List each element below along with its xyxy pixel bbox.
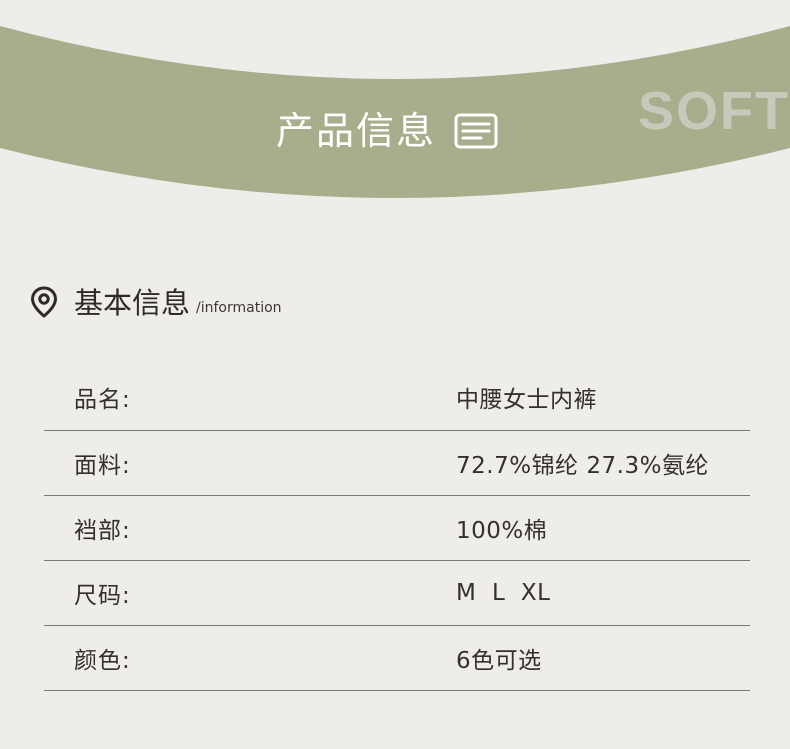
section-subtitle: /information xyxy=(196,300,282,316)
spec-value: M L XL xyxy=(456,580,551,606)
spec-row-color: 颜色: 6色可选 xyxy=(44,626,750,691)
soft-watermark: SOFT xyxy=(638,81,790,141)
location-pin-icon xyxy=(30,286,58,318)
spec-row-crotch: 裆部: 100%棉 xyxy=(44,496,750,561)
spec-value: 72.7%锦纶 27.3%氨纶 xyxy=(456,453,709,479)
spec-label: 品名: xyxy=(74,387,131,413)
spec-row-fabric: 面料: 72.7%锦纶 27.3%氨纶 xyxy=(44,431,750,496)
banner-heading: 产品信息 xyxy=(276,112,498,150)
spec-value: 中腰女士内裤 xyxy=(456,387,597,413)
spec-row-size: 尺码: M L XL xyxy=(44,561,750,626)
spec-label: 面料: xyxy=(74,453,131,479)
spec-value: 6色可选 xyxy=(456,648,542,674)
spec-table: 品名: 中腰女士内裤 面料: 72.7%锦纶 27.3%氨纶 裆部: 100%棉… xyxy=(44,364,750,691)
section-heading: 基本信息 /information xyxy=(30,286,282,318)
document-list-icon xyxy=(454,113,498,149)
banner-title-text: 产品信息 xyxy=(276,109,437,153)
spec-label: 裆部: xyxy=(74,518,131,544)
section-title: 基本信息 xyxy=(74,286,191,320)
spec-value: 100%棉 xyxy=(456,518,548,544)
spec-label: 尺码: xyxy=(74,583,131,609)
spec-label: 颜色: xyxy=(74,648,131,674)
spec-row-name: 品名: 中腰女士内裤 xyxy=(44,364,750,431)
